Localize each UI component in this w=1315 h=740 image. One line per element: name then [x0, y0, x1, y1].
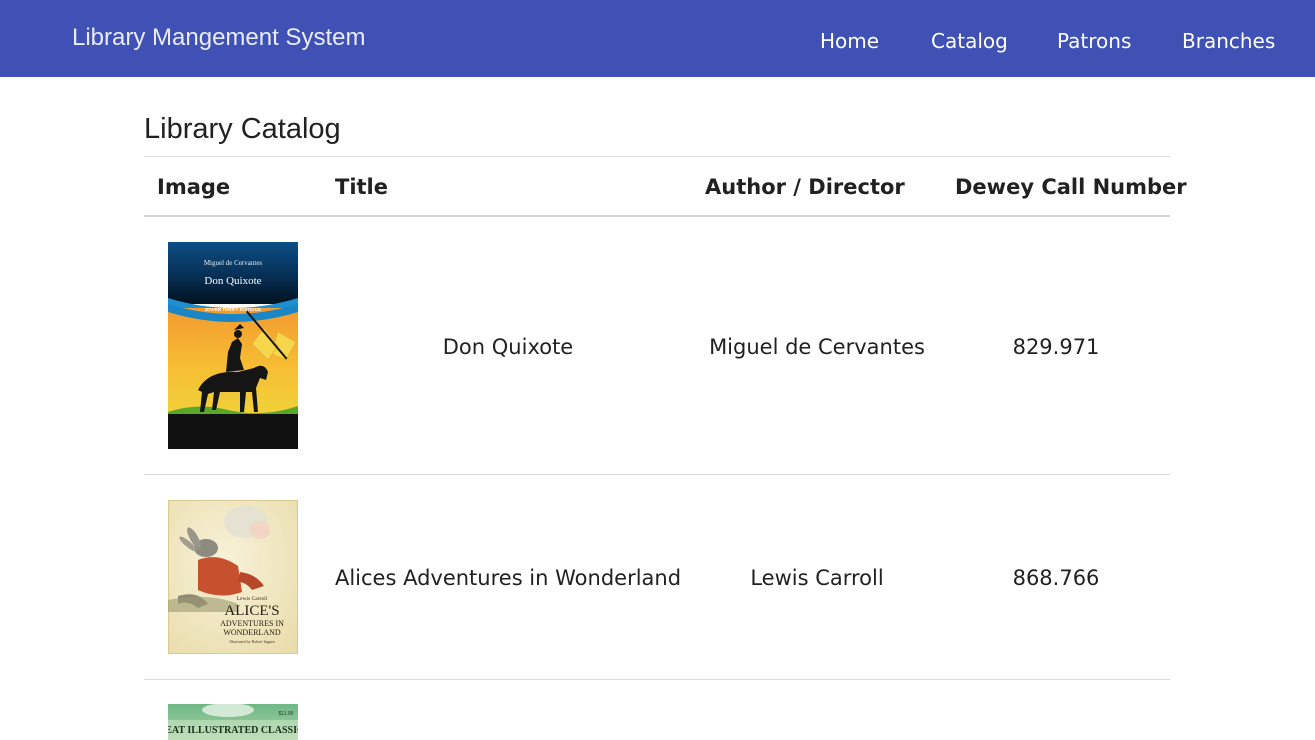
svg-text:$11.99: $11.99: [279, 711, 294, 717]
nav-home[interactable]: Home: [820, 29, 879, 53]
header-dewey: Dewey Call Number: [955, 175, 1187, 199]
row-divider: [144, 679, 1170, 680]
svg-text:GREAT ILLUSTRATED CLASSICS: GREAT ILLUSTRATED CLASSICS: [168, 725, 298, 736]
divider: [144, 156, 1170, 157]
svg-text:WONDERLAND: WONDERLAND: [223, 628, 281, 637]
header-image: Image: [157, 175, 231, 199]
nav-branches[interactable]: Branches: [1182, 29, 1275, 53]
svg-text:Illustrated by Robert Ingpen: Illustrated by Robert Ingpen: [229, 639, 274, 644]
svg-text:DOVER THRIFT EDITIONS: DOVER THRIFT EDITIONS: [205, 307, 261, 312]
alice-cover[interactable]: Lewis Carroll ALICE'S ADVENTURES IN WOND…: [168, 500, 298, 654]
header-author: Author / Director: [705, 175, 905, 199]
page-title: Library Catalog: [144, 113, 341, 145]
row-title: Alices Adventures in Wonderland: [334, 566, 682, 590]
svg-text:ALICE'S: ALICE'S: [224, 603, 279, 619]
great-illustrated-classics-cover[interactable]: $11.99 GREAT ILLUSTRATED CLASSICS: [168, 704, 298, 740]
row-dewey: 829.971: [1012, 335, 1100, 359]
row-divider: [144, 474, 1170, 475]
svg-text:Lewis Carroll: Lewis Carroll: [237, 596, 268, 602]
svg-text:ADVENTURES IN: ADVENTURES IN: [220, 619, 284, 628]
svg-text:Miguel de Cervantes: Miguel de Cervantes: [204, 259, 263, 267]
row-title: Don Quixote: [442, 335, 574, 359]
row-author: Lewis Carroll: [750, 566, 884, 590]
svg-text:Don Quixote: Don Quixote: [204, 275, 261, 287]
brand-link[interactable]: Library Mangement System: [72, 24, 365, 52]
don-quixote-cover[interactable]: Miguel de Cervantes Don Quixote DOVER TH…: [168, 242, 298, 449]
nav-catalog[interactable]: Catalog: [931, 29, 1008, 53]
row-author: Miguel de Cervantes: [709, 335, 925, 359]
nav-patrons[interactable]: Patrons: [1057, 29, 1131, 53]
header-title: Title: [335, 175, 389, 199]
row-dewey: 868.766: [1012, 566, 1100, 590]
navbar: Library Mangement System Home Catalog Pa…: [0, 0, 1315, 77]
header-divider: [144, 215, 1170, 217]
